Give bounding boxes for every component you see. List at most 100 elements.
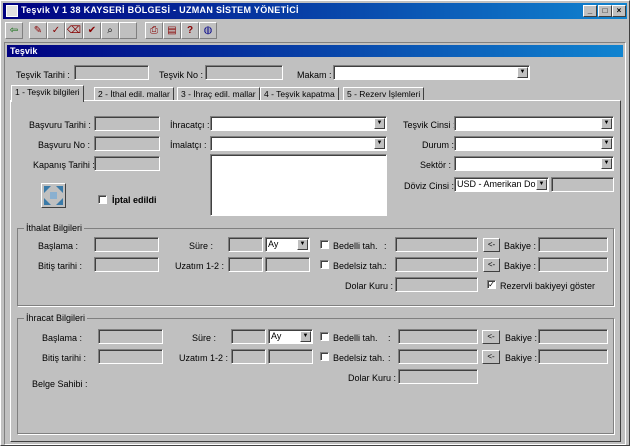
- ihracat-bakiye2-field[interactable]: [538, 349, 608, 364]
- preview-icon[interactable]: ▤: [163, 22, 181, 39]
- tab-tesvik-bilgileri[interactable]: 1 - Teşvik bilgileri: [11, 85, 84, 102]
- ihracat-bakiye1-field[interactable]: [538, 329, 608, 344]
- ihracat-bedelsiz-label: Bedelsiz tah.: [333, 353, 385, 363]
- makam-label: Makam :: [297, 70, 332, 80]
- ihracat-dolar-kuru-label: Dolar Kuru :: [348, 373, 397, 383]
- kapanis-tarihi-field[interactable]: [94, 156, 160, 171]
- ihracat-bitis-field[interactable]: [98, 349, 163, 364]
- window-title: Teşvik V 1 38 KAYSERİ BÖLGESİ - UZMAN Sİ…: [21, 5, 299, 15]
- ithalat-sure-unit-select[interactable]: Ay ▼: [265, 237, 310, 252]
- imalatci-select[interactable]: ▼: [210, 136, 387, 151]
- rezerv-label: Rezervli bakiyeyi göster: [500, 281, 596, 291]
- durum-select[interactable]: ▼: [454, 136, 614, 151]
- ihracat-baslama-field[interactable]: [98, 329, 163, 344]
- tab-rezerv-islemleri[interactable]: 5 - Rezerv İşlemleri: [343, 87, 425, 101]
- ithalat-dolar-kuru-field[interactable]: [395, 277, 478, 292]
- ithalat-uzatim2-field[interactable]: [265, 257, 310, 272]
- ihracat-bedelli-field[interactable]: [398, 329, 478, 344]
- ihracat-bedelsiz-checkbox[interactable]: [320, 352, 329, 361]
- ithalat-bedelli-apply-button[interactable]: <-: [483, 238, 500, 252]
- print-icon[interactable]: ⎙: [145, 22, 163, 39]
- ithalat-uzatim1-field[interactable]: [228, 257, 263, 272]
- ithalat-bedelli-checkbox[interactable]: [320, 240, 329, 249]
- doviz-cinsi-select[interactable]: USD - Amerikan Dola ▼: [454, 177, 549, 192]
- chevron-down-icon[interactable]: ▼: [517, 67, 528, 78]
- chevron-down-icon[interactable]: ▼: [297, 239, 308, 250]
- title-bar: Teşvik V 1 38 KAYSERİ BÖLGESİ - UZMAN Sİ…: [3, 3, 627, 19]
- ihracat-dolar-kuru-field[interactable]: [398, 369, 478, 384]
- ithalat-bedelsiz-apply-button[interactable]: <-: [483, 258, 500, 272]
- minimize-button[interactable]: _: [583, 5, 597, 17]
- ihracat-uzatim1-field[interactable]: [231, 349, 266, 364]
- tesvik-tarihi-field[interactable]: [74, 65, 149, 80]
- erase-icon[interactable]: ⌫: [65, 22, 83, 39]
- basvuru-tarihi-field[interactable]: [94, 116, 160, 131]
- doviz-kuru-field[interactable]: [551, 177, 614, 192]
- help-icon[interactable]: ?: [181, 22, 199, 39]
- ihracat-bakiye1-label: Bakiye :: [505, 333, 538, 343]
- edit-check-icon[interactable]: ✓: [47, 22, 65, 39]
- ihracat-group-title: İhracat Bilgileri: [24, 313, 88, 323]
- ihracatci-label: İhracatçı :: [170, 120, 210, 130]
- chevron-down-icon[interactable]: ▼: [601, 118, 612, 129]
- ihracat-bedelli-apply-button[interactable]: <-: [482, 330, 500, 344]
- ihracat-uzatim-label: Uzatım 1-2 :: [179, 353, 229, 363]
- close-button[interactable]: ×: [612, 5, 626, 17]
- notes-textarea[interactable]: [210, 154, 387, 216]
- form-title: Teşvik: [7, 45, 623, 57]
- ithalat-bedelsiz-field[interactable]: [395, 257, 478, 272]
- iptal-label: İptal edildi: [112, 195, 157, 205]
- ihracat-uzatim2-field[interactable]: [268, 349, 313, 364]
- exit-icon[interactable]: ⇦: [5, 22, 23, 39]
- ithalat-uzatim-label: Uzatım 1-2 :: [175, 261, 225, 271]
- chevron-down-icon[interactable]: ▼: [300, 331, 311, 342]
- ihracat-sure-label: Süre :: [192, 333, 217, 343]
- iptal-checkbox[interactable]: [98, 195, 107, 204]
- ihracat-bedelsiz-apply-button[interactable]: <-: [482, 350, 500, 364]
- ihracat-group: İhracat Bilgileri Başlama : Bitiş tarihi…: [17, 313, 614, 434]
- chevron-down-icon[interactable]: ▼: [536, 179, 547, 190]
- ithalat-bitis-field[interactable]: [94, 257, 159, 272]
- ihracat-sure-unit-select[interactable]: Ay ▼: [268, 329, 313, 344]
- chevron-down-icon[interactable]: ▼: [601, 138, 612, 149]
- blank-tool-icon[interactable]: [119, 22, 137, 39]
- expand-icon[interactable]: [41, 183, 66, 208]
- sektor-select[interactable]: ▼: [454, 156, 614, 171]
- tab-tesvik-kapatma[interactable]: 4 - Teşvik kapatma: [260, 87, 339, 101]
- ithalat-bedelli-field[interactable]: [395, 237, 478, 252]
- ithalat-dolar-kuru-label: Dolar Kuru :: [345, 281, 394, 291]
- approve-icon[interactable]: ✔: [83, 22, 101, 39]
- ithalat-bakiye2-field[interactable]: [538, 257, 608, 272]
- maximize-button[interactable]: □: [598, 5, 612, 17]
- tab-ihrac-mallar[interactable]: 3 - İhraç edil. mallar: [177, 87, 260, 101]
- basvuru-no-label: Başvuru No :: [38, 140, 91, 150]
- ihracatci-select[interactable]: ▼: [210, 116, 387, 131]
- ithalat-group: İthalat Bilgileri Başlama : Bitiş tarihi…: [17, 223, 614, 306]
- basvuru-no-field[interactable]: [94, 136, 160, 151]
- ithalat-bakiye1-field[interactable]: [538, 237, 608, 252]
- tesvik-tarihi-label: Teşvik Tarihi :: [16, 70, 70, 80]
- tesvik-cinsi-select[interactable]: ▼: [454, 116, 614, 131]
- ithalat-bedelsiz-checkbox[interactable]: [320, 260, 329, 269]
- ihracat-bedelli-label: Bedelli tah.: [333, 333, 378, 343]
- globe-icon[interactable]: ◍: [199, 22, 217, 39]
- ithalat-baslama-field[interactable]: [94, 237, 159, 252]
- edit-icon[interactable]: ✎: [29, 22, 47, 39]
- makam-select[interactable]: ▼: [333, 65, 530, 80]
- search-icon[interactable]: ⌕: [101, 22, 119, 39]
- chevron-down-icon[interactable]: ▼: [601, 158, 612, 169]
- ihracat-sure-field[interactable]: [231, 329, 266, 344]
- ihracat-bedelsiz-field[interactable]: [398, 349, 478, 364]
- chevron-down-icon[interactable]: ▼: [374, 118, 385, 129]
- ithalat-sure-field[interactable]: [228, 237, 263, 252]
- app-icon: [6, 5, 18, 17]
- ithalat-sure-label: Süre :: [189, 241, 214, 251]
- ihracat-bitis-label: Bitiş tarihi :: [42, 353, 87, 363]
- belge-sahibi-label: Belge Sahibi :: [32, 379, 88, 389]
- tesvik-no-field[interactable]: [205, 65, 283, 80]
- ihracat-bedelli-checkbox[interactable]: [320, 332, 329, 341]
- rezerv-checkbox[interactable]: ✓: [487, 280, 496, 289]
- tab-ithal-mallar[interactable]: 2 - İthal edil. mallar: [94, 87, 174, 101]
- chevron-down-icon[interactable]: ▼: [374, 138, 385, 149]
- kapanis-tarihi-label: Kapanış Tarihi :: [33, 160, 95, 170]
